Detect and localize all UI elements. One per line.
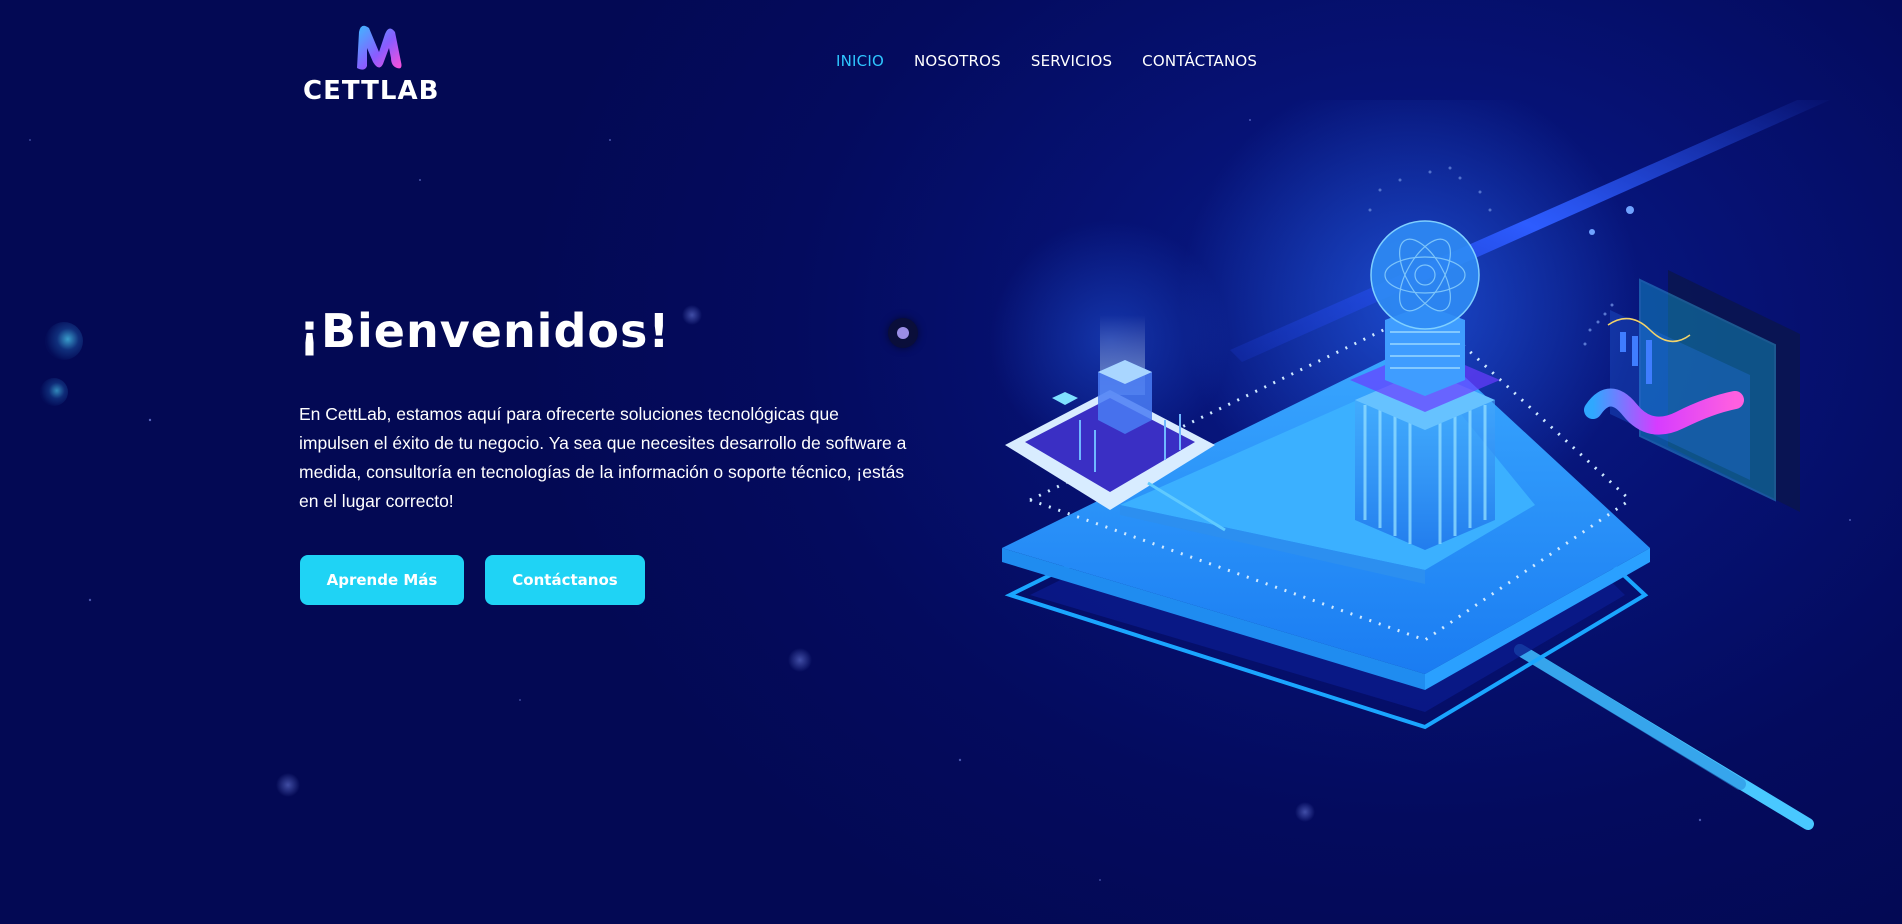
cettlab-logo-mark-icon	[357, 25, 402, 70]
decorative-bubble	[40, 378, 68, 406]
tech-isometric-illustration-icon	[990, 100, 1830, 830]
nav-item-inicio[interactable]: INICIO	[836, 52, 884, 70]
decorative-dot-icon	[888, 318, 918, 348]
hero-description: En CettLab, estamos aquí para ofrecerte …	[299, 404, 907, 511]
learn-more-button[interactable]: Aprende Más	[300, 555, 464, 605]
nav-item-nosotros[interactable]: NOSOTROS	[914, 52, 1001, 70]
nav-item-contactanos[interactable]: CONTÁCTANOS	[1142, 52, 1257, 70]
main-nav: INICIO NOSOTROS SERVICIOS CONTÁCTANOS	[836, 52, 1257, 70]
hero-title: ¡Bienvenidos!	[299, 304, 671, 358]
contact-button[interactable]: Contáctanos	[485, 555, 645, 605]
brand-logo[interactable]: CETTLAB	[303, 22, 455, 106]
brand-name: CETTLAB	[303, 76, 440, 106]
nav-item-servicios[interactable]: SERVICIOS	[1031, 52, 1112, 70]
decorative-bubble	[45, 322, 83, 360]
